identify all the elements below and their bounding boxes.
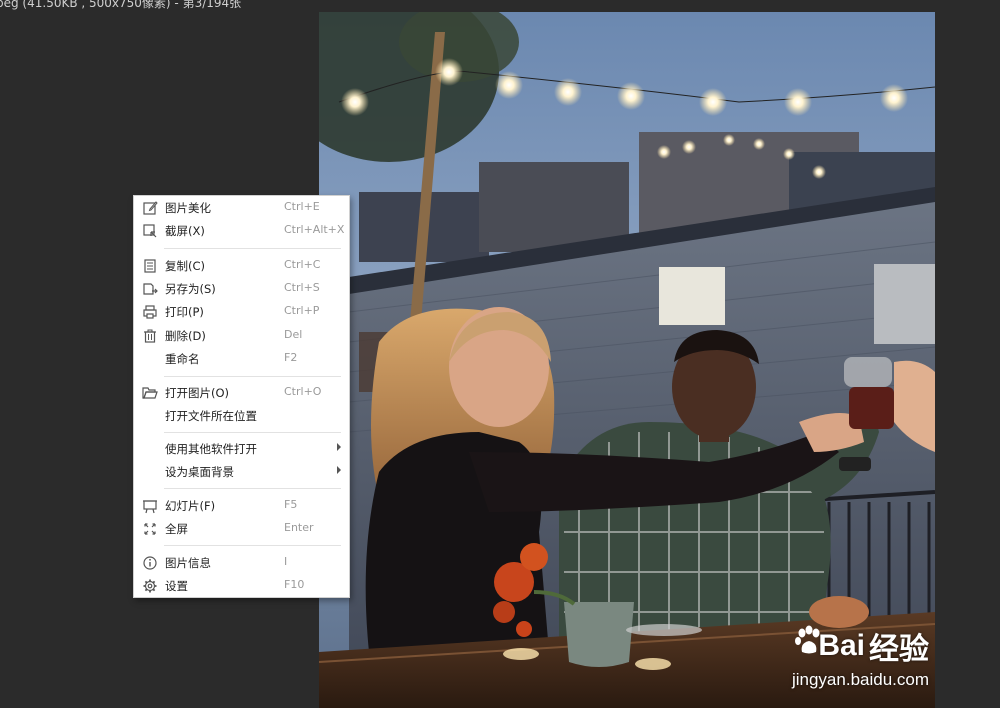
menu-item-shortcut: Ctrl+O	[284, 385, 322, 398]
menu-item-save-as[interactable]: 另存为(S) Ctrl+S	[134, 277, 349, 300]
info-icon	[143, 556, 157, 570]
menu-item-shortcut: Enter	[284, 521, 314, 534]
menu-item-label: 删除(D)	[165, 329, 206, 343]
baidu-paw-icon	[794, 625, 820, 654]
menu-item-shortcut: Ctrl+Alt+X	[284, 223, 345, 236]
menu-item-label: 打开文件所在位置	[165, 409, 257, 423]
screenshot-icon	[143, 224, 157, 238]
menu-separator	[164, 545, 341, 546]
menu-item-open-with[interactable]: 使用其他软件打开	[134, 437, 349, 460]
menu-item-label: 全屏	[165, 522, 188, 536]
menu-item-label: 另存为(S)	[165, 282, 216, 296]
menu-item-label: 打开图片(O)	[165, 386, 230, 400]
baidu-jingyan-watermark: Bai 经验 jingyan.baidu.com	[792, 624, 929, 690]
menu-item-delete[interactable]: 删除(D) Del	[134, 324, 349, 347]
edit-icon	[143, 201, 158, 215]
menu-item-slideshow[interactable]: 幻灯片(F) F5	[134, 494, 349, 517]
folder-open-icon	[142, 387, 158, 399]
menu-item-beautify[interactable]: 图片美化 Ctrl+E	[134, 196, 349, 219]
menu-item-label: 复制(C)	[165, 259, 206, 273]
menu-item-shortcut: Ctrl+P	[284, 304, 320, 317]
menu-item-screenshot[interactable]: 截屏(X) Ctrl+Alt+X	[134, 219, 349, 242]
menu-item-shortcut: Ctrl+C	[284, 258, 321, 271]
menu-item-rename[interactable]: 重命名 F2	[134, 347, 349, 370]
menu-item-label: 重命名	[165, 352, 200, 366]
watermark-brand-right: 经验	[869, 633, 929, 666]
image-viewer-photo[interactable]: Bai 经验 jingyan.baidu.com	[319, 12, 935, 708]
printer-icon	[143, 305, 157, 319]
menu-separator	[164, 432, 341, 433]
submenu-arrow-icon	[337, 466, 341, 474]
watermark-url: jingyan.baidu.com	[791, 670, 929, 689]
menu-item-label: 图片信息	[165, 556, 211, 570]
menu-item-label: 设为桌面背景	[165, 465, 234, 479]
menu-item-label: 幻灯片(F)	[165, 499, 216, 513]
menu-item-copy[interactable]: 复制(C) Ctrl+C	[134, 254, 349, 277]
menu-item-set-wallpaper[interactable]: 设为桌面背景	[134, 460, 349, 483]
fullscreen-icon	[144, 523, 156, 535]
photo-illustration	[319, 12, 935, 708]
menu-separator	[164, 376, 341, 377]
slideshow-icon	[143, 500, 157, 514]
menu-item-shortcut: F5	[284, 498, 298, 511]
menu-item-shortcut: Del	[284, 328, 303, 341]
menu-item-shortcut: F2	[284, 351, 298, 364]
copy-icon	[144, 259, 156, 273]
menu-separator	[164, 248, 341, 249]
menu-item-label: 截屏(X)	[165, 224, 205, 238]
window-title: peg (41.50KB , 500x750像素) - 第3/194张	[0, 0, 242, 10]
menu-separator	[164, 488, 341, 489]
menu-item-label: 打印(P)	[165, 305, 204, 319]
menu-item-image-info[interactable]: 图片信息 I	[134, 551, 349, 574]
menu-item-open-file-location[interactable]: 打开文件所在位置	[134, 404, 349, 427]
menu-item-shortcut: Ctrl+S	[284, 281, 320, 294]
settings-gear-icon	[143, 579, 157, 593]
menu-item-fullscreen[interactable]: 全屏 Enter	[134, 517, 349, 540]
context-menu: 图片美化 Ctrl+E 截屏(X) Ctrl+Alt+X 复制(C) Ctrl+…	[133, 195, 350, 598]
submenu-arrow-icon	[337, 443, 341, 451]
save-as-icon	[143, 283, 158, 295]
menu-item-open-image[interactable]: 打开图片(O) Ctrl+O	[134, 381, 349, 404]
menu-item-label: 图片美化	[165, 201, 211, 215]
menu-item-shortcut: F10	[284, 578, 305, 591]
menu-item-print[interactable]: 打印(P) Ctrl+P	[134, 300, 349, 323]
menu-item-shortcut: I	[284, 555, 288, 568]
menu-item-shortcut: Ctrl+E	[284, 200, 320, 213]
menu-item-label: 使用其他软件打开	[165, 442, 257, 456]
menu-item-settings[interactable]: 设置 F10	[134, 574, 349, 597]
menu-item-label: 设置	[165, 579, 188, 593]
trash-icon	[144, 329, 156, 343]
